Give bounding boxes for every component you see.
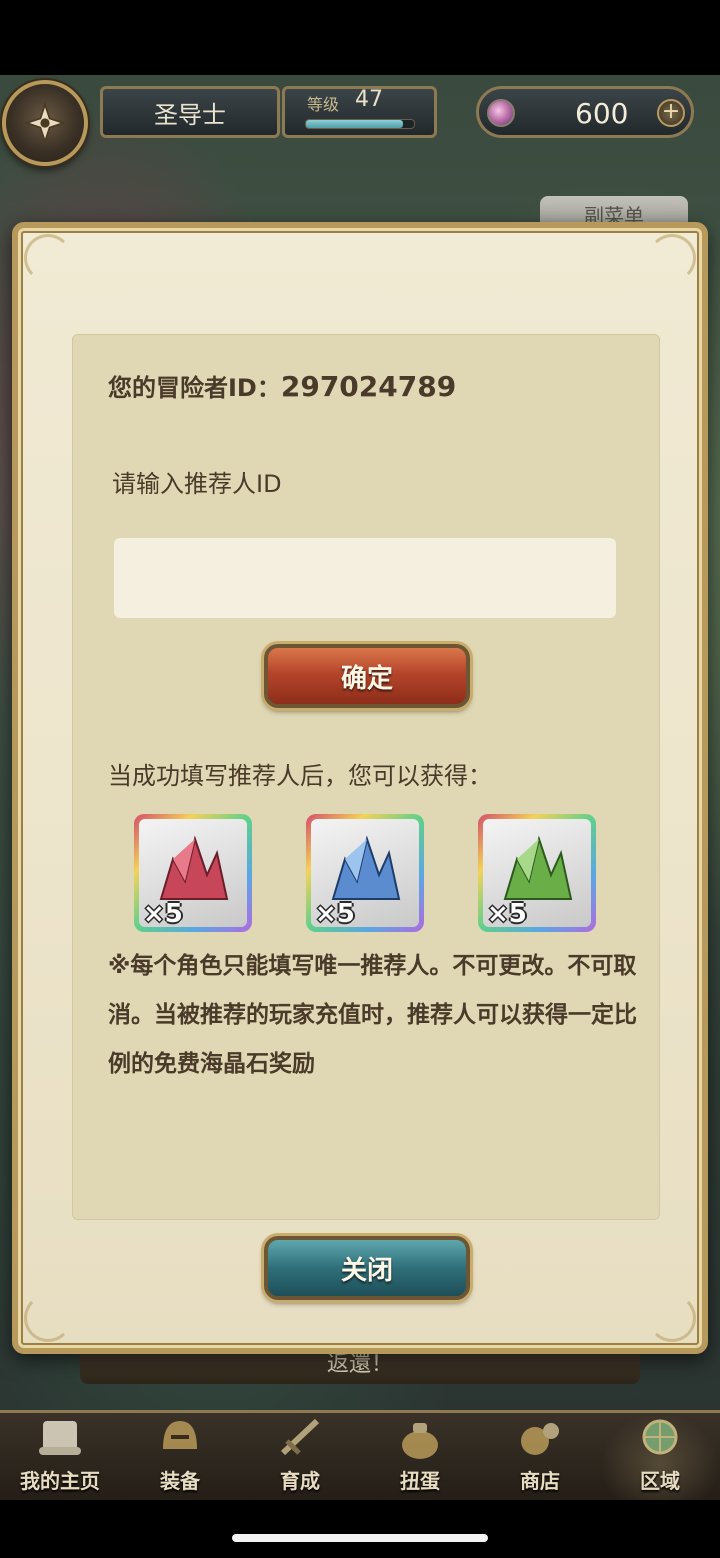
scroll-icon [39, 1421, 81, 1455]
nav-item-gacha[interactable]: 扭蛋 [360, 1413, 480, 1500]
confirm-button-label: 确定 [340, 663, 393, 694]
nav-item-home[interactable]: 我的主页 [0, 1413, 120, 1500]
reward-count: ×5 [315, 899, 355, 929]
helmet-icon [163, 1421, 197, 1449]
confirm-button[interactable]: 确定 [264, 644, 470, 708]
level-progress-fill [306, 120, 404, 128]
background-banner: 返還！ [80, 1350, 640, 1384]
globe-icon [642, 1419, 678, 1455]
level-value: 47 [355, 87, 383, 112]
nav-label: 我的主页 [20, 1469, 100, 1493]
corner-ornament [24, 1294, 72, 1342]
reward-count: ×5 [143, 899, 183, 929]
gem-counter: 600 + [476, 86, 694, 138]
referrer-id-input[interactable] [114, 538, 616, 618]
referral-dialog: 您的冒险者ID：297024789 请输入推荐人ID 确定 当成功填写推荐人后，… [12, 222, 708, 1354]
referral-note: ※每个角色只能填写唯一推荐人。不可更改。不可取消。当被推荐的玩家充值时，推荐人可… [108, 953, 637, 1077]
corner-ornament [24, 234, 72, 282]
level-progress-bar [305, 119, 415, 129]
close-button-label: 关闭 [340, 1255, 393, 1286]
bag-icon [402, 1423, 438, 1459]
level-box: 等级 47 [282, 86, 437, 138]
referrer-id-prompt: 请输入推荐人ID [112, 470, 282, 498]
bottom-nav: 我的主页 装备 育成 扭蛋 商店 区域 [0, 1410, 720, 1500]
gem-count: 600 [575, 97, 629, 130]
nav-label: 区域 [640, 1469, 680, 1493]
nav-label: 扭蛋 [400, 1469, 440, 1493]
nav-label: 装备 [160, 1469, 200, 1493]
adventurer-id-label: 您的冒险者ID： [108, 374, 281, 402]
reward-item[interactable]: ×5 [306, 814, 424, 932]
adventurer-id-line: 您的冒险者ID：297024789 [108, 368, 456, 403]
coin-icon [521, 1423, 559, 1455]
reward-list: ×5 ×5 ×5 [134, 814, 604, 934]
reward-item[interactable]: ×5 [134, 814, 252, 932]
reward-intro: 当成功填写推荐人后，您可以获得： [108, 762, 492, 790]
close-button[interactable]: 关闭 [264, 1236, 470, 1300]
home-indicator[interactable] [232, 1534, 488, 1542]
reward-count: ×5 [487, 899, 527, 929]
gem-icon [487, 99, 515, 127]
corner-ornament [648, 1294, 696, 1342]
job-title: 圣导士 [154, 100, 226, 129]
nav-item-region[interactable]: 区域 [600, 1413, 720, 1500]
adventurer-id-value: 297024789 [280, 370, 457, 403]
nav-label: 商店 [520, 1469, 560, 1493]
main-menu-button[interactable] [2, 80, 88, 166]
nav-item-training[interactable]: 育成 [240, 1413, 360, 1500]
job-title-plate[interactable]: 圣导士 [100, 86, 280, 138]
level-label: 等级 [307, 95, 340, 114]
nav-item-equipment[interactable]: 装备 [120, 1413, 240, 1500]
sword-icon [280, 1418, 320, 1456]
corner-ornament [648, 234, 696, 282]
reward-item[interactable]: ×5 [478, 814, 596, 932]
nav-item-shop[interactable]: 商店 [480, 1413, 600, 1500]
add-gem-button[interactable]: + [657, 99, 685, 127]
compass-icon [23, 101, 67, 145]
nav-label: 育成 [280, 1469, 320, 1493]
dialog-content-panel: 您的冒险者ID：297024789 请输入推荐人ID 确定 当成功填写推荐人后，… [72, 334, 660, 1220]
